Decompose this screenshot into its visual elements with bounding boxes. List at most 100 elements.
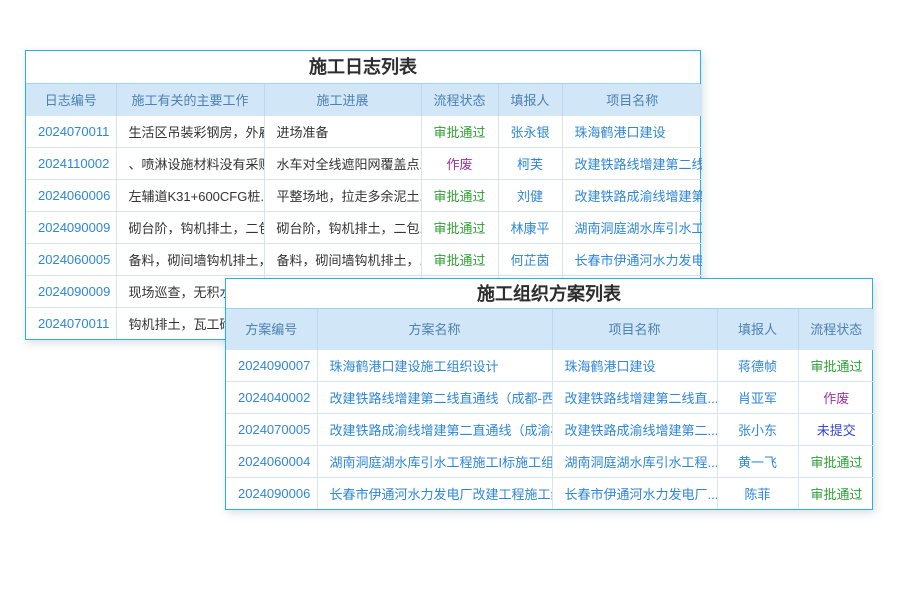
log-id-link[interactable]: 2024110002 xyxy=(38,156,109,171)
status-cell: 审批通过 xyxy=(421,115,498,147)
plan-name-link[interactable]: 改建铁路线增建第二线直通线（成都-西... xyxy=(330,391,553,406)
project-link[interactable]: 改建铁路成渝线增建第... xyxy=(575,189,703,204)
plan-name-link[interactable]: 长春市伊通河水力发电厂改建工程施工组... xyxy=(330,487,553,502)
log-id-cell: 2024060006 xyxy=(26,179,116,211)
project-link[interactable]: 珠海鹤港口建设 xyxy=(565,359,656,374)
status-cell: 未提交 xyxy=(798,413,874,445)
table-row: 2024070011 生活区吊装彩钢房，外雇... 进场准备 审批通过 张永银 … xyxy=(26,115,702,147)
log-id-link[interactable]: 2024060005 xyxy=(38,252,110,267)
table-row: 2024090007 珠海鹤港口建设施工组织设计 珠海鹤港口建设 蒋德帧 审批通… xyxy=(226,349,874,381)
project-cell: 长春市伊通河水力发电... xyxy=(562,243,702,275)
status-badge: 审批通过 xyxy=(434,221,486,236)
plan-id-link[interactable]: 2024040002 xyxy=(238,390,310,405)
project-link[interactable]: 长春市伊通河水力发电... xyxy=(575,253,703,268)
page: 施工日志列表 日志编号 施工有关的主要工作 施工进展 流程状态 填报人 项目名称… xyxy=(0,0,900,600)
column-header-project: 项目名称 xyxy=(562,84,702,115)
project-link[interactable]: 改建铁路线增建第二线... xyxy=(575,157,703,172)
status-cell: 审批通过 xyxy=(798,349,874,381)
project-cell: 改建铁路成渝线增建第... xyxy=(562,179,702,211)
table-row: 2024060006 左辅道K31+600CFG桩... 平整场地，拉走多余泥土… xyxy=(26,179,702,211)
table-row: 2024090009 砌台阶，钩机排土，二包... 砌台阶，钩机排土，二包...… xyxy=(26,211,702,243)
table-row: 2024060004 湖南洞庭湖水库引水工程施工I标施工组织... 湖南洞庭湖水… xyxy=(226,445,874,477)
progress-cell: 备料，砌间墙钩机排土，... xyxy=(264,243,421,275)
project-link[interactable]: 改建铁路线增建第二线直... xyxy=(565,391,718,406)
project-cell: 改建铁路线增建第二线直... xyxy=(552,381,717,413)
status-badge: 作废 xyxy=(823,391,849,406)
project-cell: 珠海鹤港口建设 xyxy=(552,349,717,381)
table-row: 2024110002 、喷淋设施材料没有采购... 水车对全线遮阳网覆盖点...… xyxy=(26,147,702,179)
status-badge: 作废 xyxy=(446,157,472,172)
reporter-cell: 蒋德帧 xyxy=(717,349,798,381)
log-id-cell: 2024060005 xyxy=(26,243,116,275)
log-header-row: 日志编号 施工有关的主要工作 施工进展 流程状态 填报人 项目名称 xyxy=(26,84,702,115)
table-row: 2024090006 长春市伊通河水力发电厂改建工程施工组... 长春市伊通河水… xyxy=(226,477,874,509)
reporter-cell: 陈菲 xyxy=(717,477,798,509)
project-cell: 珠海鹤港口建设 xyxy=(562,115,702,147)
reporter-link[interactable]: 陈菲 xyxy=(744,487,770,502)
reporter-link[interactable]: 蒋德帧 xyxy=(738,359,777,374)
log-id-link[interactable]: 2024060006 xyxy=(38,188,110,203)
plan-name-cell: 长春市伊通河水力发电厂改建工程施工组... xyxy=(317,477,552,509)
reporter-link[interactable]: 张小东 xyxy=(738,423,777,438)
column-header-reporter: 填报人 xyxy=(717,309,798,349)
reporter-link[interactable]: 张永银 xyxy=(511,125,550,140)
progress-cell: 进场准备 xyxy=(264,115,421,147)
status-cell: 作废 xyxy=(421,147,498,179)
plan-name-link[interactable]: 改建铁路成渝线增建第二直通线（成渝枢... xyxy=(330,423,553,438)
work-cell: 备料，砌间墙钩机排土，... xyxy=(116,243,264,275)
reporter-cell: 张永银 xyxy=(498,115,562,147)
plan-id-link[interactable]: 2024070005 xyxy=(238,422,310,437)
progress-cell: 砌台阶，钩机排土，二包... xyxy=(264,211,421,243)
project-link[interactable]: 湖南洞庭湖水库引水工... xyxy=(575,221,703,236)
reporter-link[interactable]: 黄一飞 xyxy=(738,455,777,470)
work-cell: 生活区吊装彩钢房，外雇... xyxy=(116,115,264,147)
project-cell: 长春市伊通河水力发电厂... xyxy=(552,477,717,509)
project-cell: 改建铁路线增建第二线... xyxy=(562,147,702,179)
plan-id-cell: 2024040002 xyxy=(226,381,317,413)
project-cell: 湖南洞庭湖水库引水工... xyxy=(562,211,702,243)
reporter-cell: 何芷茵 xyxy=(498,243,562,275)
column-header-main-work: 施工有关的主要工作 xyxy=(116,84,264,115)
reporter-link[interactable]: 肖亚军 xyxy=(738,391,777,406)
reporter-link[interactable]: 何芷茵 xyxy=(511,253,550,268)
progress-cell: 平整场地，拉走多余泥土... xyxy=(264,179,421,211)
log-id-link[interactable]: 2024070011 xyxy=(38,316,109,331)
log-id-cell: 2024090009 xyxy=(26,211,116,243)
plan-id-link[interactable]: 2024060004 xyxy=(238,454,310,469)
reporter-link[interactable]: 林康平 xyxy=(511,221,550,236)
reporter-link[interactable]: 柯芙 xyxy=(517,157,543,172)
log-id-link[interactable]: 2024090009 xyxy=(38,220,110,235)
column-header-reporter: 填报人 xyxy=(498,84,562,115)
project-link[interactable]: 珠海鹤港口建设 xyxy=(575,125,666,140)
status-cell: 审批通过 xyxy=(798,445,874,477)
project-link[interactable]: 长春市伊通河水力发电厂... xyxy=(565,487,718,502)
column-header-progress: 施工进展 xyxy=(264,84,421,115)
project-link[interactable]: 湖南洞庭湖水库引水工程... xyxy=(565,455,718,470)
column-header-status: 流程状态 xyxy=(421,84,498,115)
work-cell: 左辅道K31+600CFG桩... xyxy=(116,179,264,211)
plan-id-cell: 2024090006 xyxy=(226,477,317,509)
plan-name-cell: 改建铁路线增建第二线直通线（成都-西... xyxy=(317,381,552,413)
status-cell: 审批通过 xyxy=(421,179,498,211)
reporter-link[interactable]: 刘健 xyxy=(517,189,543,204)
column-header-log-id: 日志编号 xyxy=(26,84,116,115)
log-id-link[interactable]: 2024070011 xyxy=(38,124,109,139)
status-badge: 审批通过 xyxy=(811,455,863,470)
plan-id-link[interactable]: 2024090007 xyxy=(238,358,310,373)
plan-name-link[interactable]: 湖南洞庭湖水库引水工程施工I标施工组织... xyxy=(330,455,553,470)
plan-id-link[interactable]: 2024090006 xyxy=(238,486,310,501)
log-id-cell: 2024070011 xyxy=(26,307,116,339)
plan-name-cell: 湖南洞庭湖水库引水工程施工I标施工组织... xyxy=(317,445,552,477)
log-id-link[interactable]: 2024090009 xyxy=(38,284,110,299)
plan-name-cell: 珠海鹤港口建设施工组织设计 xyxy=(317,349,552,381)
status-badge: 审批通过 xyxy=(434,253,486,268)
reporter-cell: 柯芙 xyxy=(498,147,562,179)
plan-name-link[interactable]: 珠海鹤港口建设施工组织设计 xyxy=(330,359,499,374)
status-cell: 审批通过 xyxy=(798,477,874,509)
column-header-plan-name: 方案名称 xyxy=(317,309,552,349)
construction-plan-card: 施工组织方案列表 方案编号 方案名称 项目名称 填报人 流程状态 2024090… xyxy=(225,278,873,510)
status-cell: 作废 xyxy=(798,381,874,413)
project-link[interactable]: 改建铁路成渝线增建第二... xyxy=(565,423,718,438)
log-id-cell: 2024070011 xyxy=(26,115,116,147)
column-header-project: 项目名称 xyxy=(552,309,717,349)
